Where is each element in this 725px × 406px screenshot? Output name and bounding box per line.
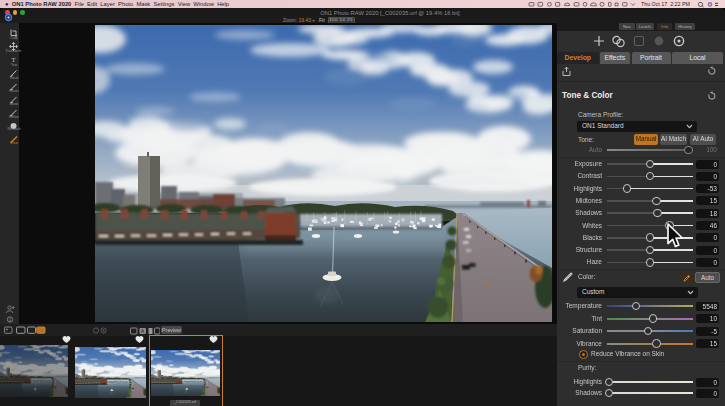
svg-text:T: T — [12, 56, 16, 63]
